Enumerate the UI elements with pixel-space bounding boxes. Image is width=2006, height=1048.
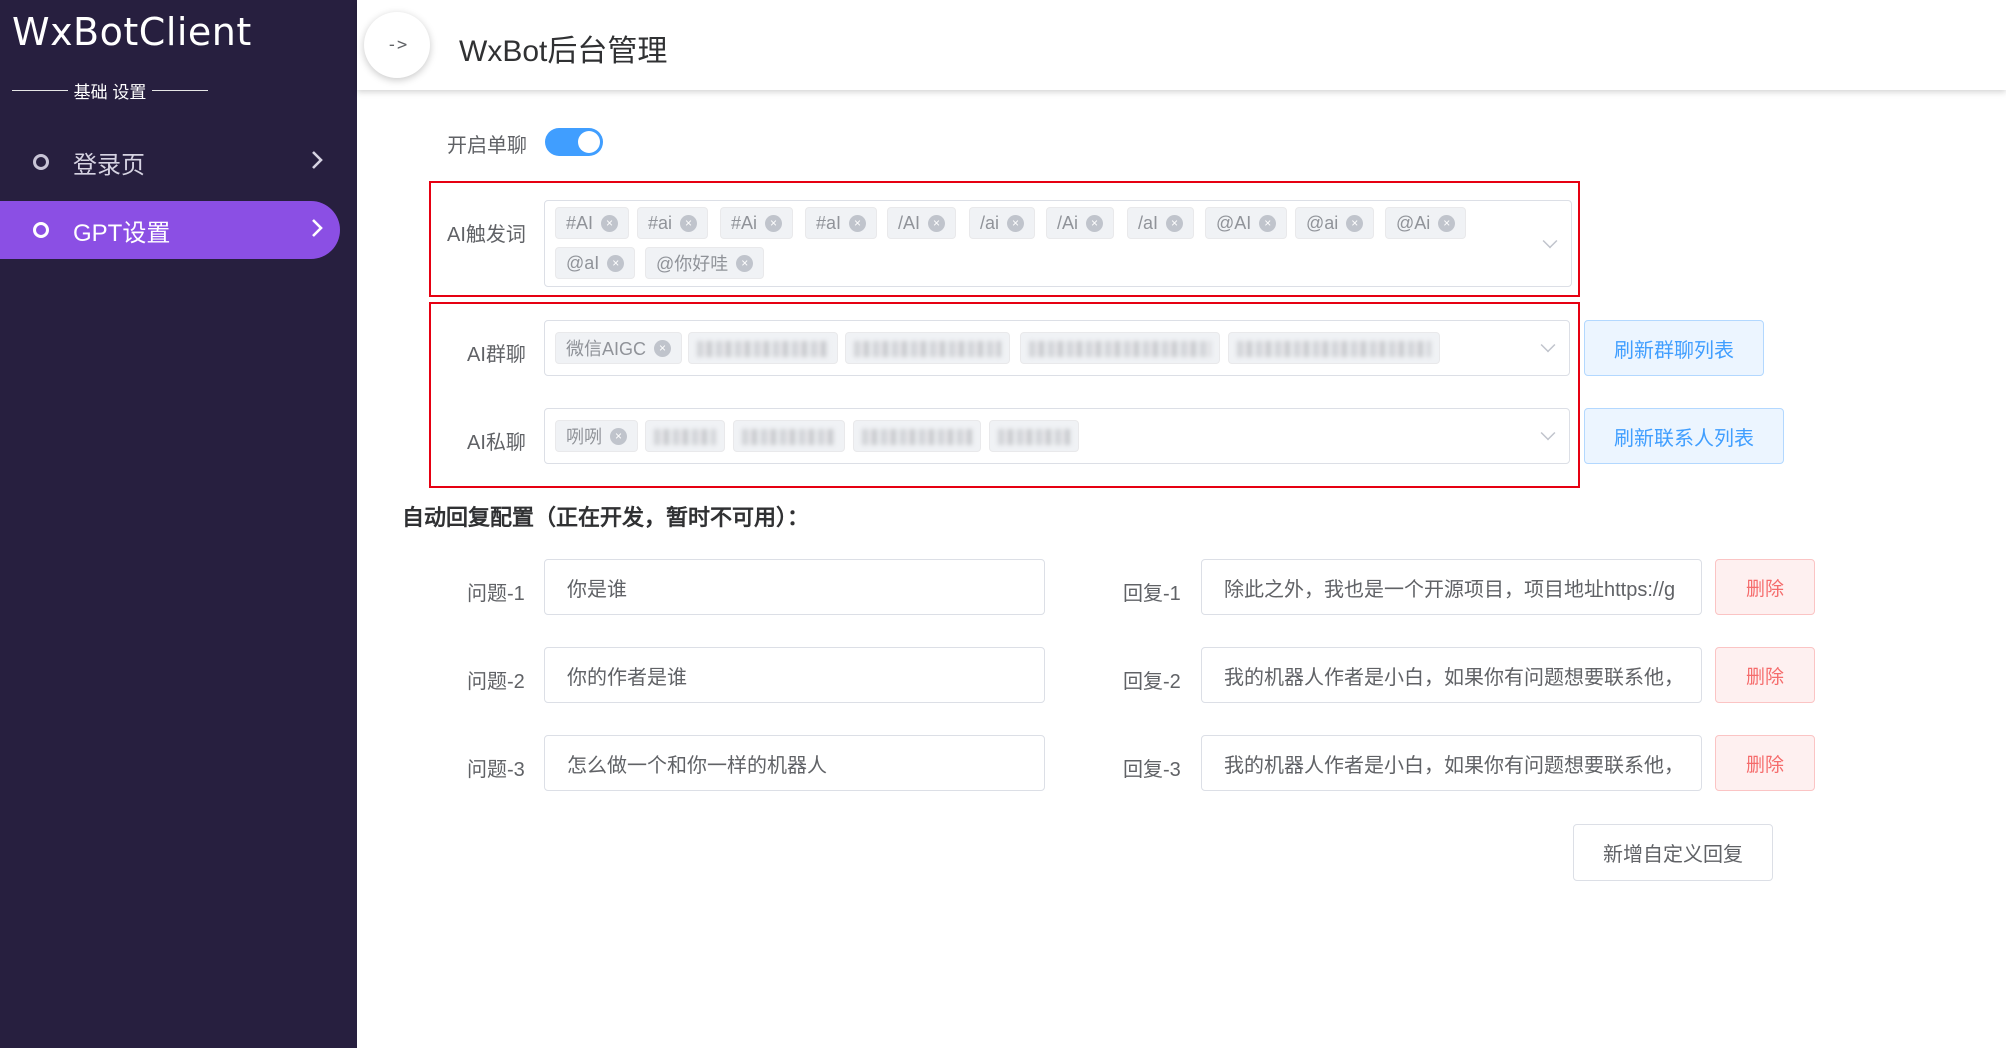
close-icon[interactable]: ×: [601, 214, 619, 232]
sidebar-section-divider: 基础 设置: [12, 78, 209, 102]
sidebar-section-label: 基础 设置: [73, 82, 147, 102]
auto-reply-title: 自动回复配置（正在开发，暂时不可用）：: [402, 505, 810, 530]
tag: 微信AIGC ×: [555, 332, 683, 364]
top-header: -> WxBot后台管理: [357, 0, 2006, 90]
reply-input[interactable]: 除此之外，我也是一个开源项目，项目地址https://g: [1201, 559, 1702, 615]
close-icon[interactable]: ×: [1259, 214, 1277, 232]
circle-icon: [33, 154, 49, 170]
tag: @ai ×: [1295, 207, 1375, 239]
close-icon[interactable]: ×: [765, 214, 783, 232]
sidebar-item-gpt-settings[interactable]: GPT设置: [0, 201, 340, 259]
tag: @aI ×: [555, 247, 636, 279]
chevron-down-icon: [1540, 425, 1556, 441]
close-icon[interactable]: ×: [654, 339, 672, 357]
sidebar: WxBotClient 基础 设置 登录页 GPT设置: [0, 0, 357, 1048]
switch-knob: [578, 131, 600, 153]
tag: @AI ×: [1205, 207, 1288, 239]
app-logo: WxBotClient: [12, 10, 252, 54]
tag: /AI ×: [887, 207, 957, 239]
tag: #AI ×: [555, 207, 630, 239]
close-icon[interactable]: ×: [1438, 214, 1456, 232]
redacted-tag: [733, 420, 845, 452]
delete-button[interactable]: 删除: [1715, 735, 1815, 791]
single-chat-label: 开启单聊: [447, 135, 527, 157]
ai-private-select[interactable]: 咧咧 ×: [544, 408, 1570, 464]
close-icon[interactable]: ×: [1166, 214, 1184, 232]
tag: #Ai ×: [720, 207, 794, 239]
reply-label: 回复-2: [1123, 671, 1181, 693]
circle-icon: [33, 222, 49, 238]
single-chat-switch[interactable]: [545, 128, 603, 156]
tag: @Ai ×: [1385, 207, 1467, 239]
close-icon[interactable]: ×: [849, 214, 867, 232]
tag: /Ai ×: [1046, 207, 1115, 239]
close-icon[interactable]: ×: [736, 254, 754, 272]
chevron-right-icon: [312, 219, 323, 237]
close-icon[interactable]: ×: [1086, 214, 1104, 232]
sidebar-item-label: GPT设置: [73, 219, 171, 247]
ai-private-label: AI私聊: [467, 432, 526, 454]
tag: #ai ×: [637, 207, 709, 239]
tag: /aI ×: [1127, 207, 1195, 239]
chevron-down-icon: [1542, 233, 1558, 248]
reply-label: 回复-1: [1123, 583, 1181, 605]
tag: /ai ×: [969, 207, 1036, 239]
ai-group-label: AI群聊: [467, 344, 526, 366]
tag: #aI ×: [805, 207, 878, 239]
close-icon[interactable]: ×: [1346, 214, 1364, 232]
question-label: 问题-2: [467, 671, 525, 693]
ai-group-select[interactable]: 微信AIGC ×: [544, 320, 1570, 376]
question-input[interactable]: 你是谁: [544, 559, 1045, 615]
page-title: WxBot后台管理: [459, 35, 668, 68]
question-label: 问题-1: [467, 583, 525, 605]
redacted-tag: [1020, 332, 1220, 364]
refresh-contact-list-button[interactable]: 刷新联系人列表: [1584, 408, 1784, 464]
chevron-right-icon: [312, 151, 323, 169]
redacted-tag: [645, 420, 725, 452]
redacted-tag: [845, 332, 1010, 364]
chevron-down-icon: [1540, 337, 1556, 353]
add-custom-reply-button[interactable]: 新增自定义回复: [1573, 824, 1773, 881]
reply-label: 回复-3: [1123, 759, 1181, 781]
tag: 咧咧 ×: [555, 420, 638, 452]
delete-button[interactable]: 删除: [1715, 559, 1815, 615]
ai-trigger-select[interactable]: #AI × #ai × #Ai × #aI × /AI × /ai × /Ai × /aI × …: [544, 200, 1572, 287]
reply-input[interactable]: 我的机器人作者是小白，如果你有问题想要联系他，: [1201, 647, 1702, 703]
redacted-tag: [989, 420, 1079, 452]
redacted-tag: [688, 332, 838, 364]
question-input[interactable]: 怎么做一个和你一样的机器人: [544, 735, 1045, 791]
close-icon[interactable]: ×: [1007, 214, 1025, 232]
sidebar-item-login[interactable]: 登录页: [0, 133, 340, 191]
question-input[interactable]: 你的作者是谁: [544, 647, 1045, 703]
close-icon[interactable]: ×: [680, 214, 698, 232]
redacted-tag: [853, 420, 981, 452]
close-icon[interactable]: ×: [607, 254, 625, 272]
question-label: 问题-3: [467, 759, 525, 781]
sidebar-item-label: 登录页: [73, 151, 145, 179]
delete-button[interactable]: 删除: [1715, 647, 1815, 703]
close-icon[interactable]: ×: [928, 214, 946, 232]
ai-trigger-label: AI触发词: [447, 224, 526, 246]
redacted-tag: [1228, 332, 1440, 364]
reply-input[interactable]: 我的机器人作者是小白，如果你有问题想要联系他，: [1201, 735, 1702, 791]
collapse-sidebar-button[interactable]: ->: [364, 12, 430, 78]
refresh-group-list-button[interactable]: 刷新群聊列表: [1584, 320, 1764, 376]
close-icon[interactable]: ×: [610, 427, 627, 445]
tag: @你好哇 ×: [645, 247, 765, 279]
